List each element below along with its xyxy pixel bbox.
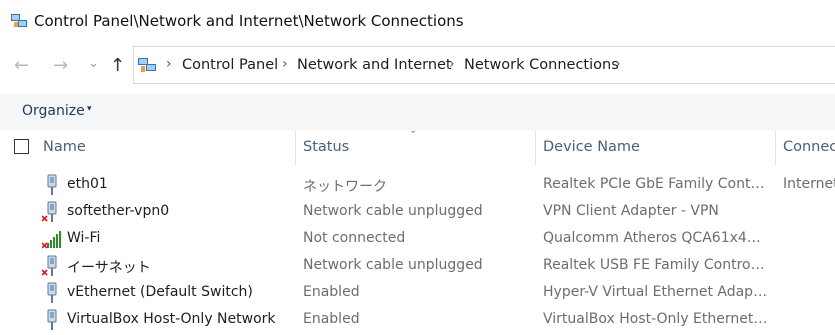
connection-name: vEthernet (Default Switch) [67,284,253,300]
sort-indicator-icon: ⌄ [409,125,418,136]
connection-status: Not connected [303,230,406,246]
breadcrumb-chevron[interactable]: › [166,56,172,72]
network-connections-icon [11,14,27,27]
column-divider[interactable] [535,130,536,166]
breadcrumb-control-panel[interactable]: Control Panel [182,57,278,73]
connection-device-name: Realtek PCIe GbE Family Controller [543,176,768,192]
connection-row[interactable]: イーサネット Network cable unplugged Realtek USB… [0,252,835,279]
ethernet-disconnected-icon [41,201,62,223]
connection-row[interactable]: softether-vpn0 Network cable unplugged VPN… [0,198,835,225]
up-button[interactable]: ↑ [110,56,125,76]
connection-row[interactable]: Wi-Fi Not connected Qualcomm Atheros QCA61… [0,225,835,252]
connection-name: Wi-Fi [67,230,101,246]
column-header-device-name[interactable]: Device Name [543,139,640,155]
ethernet-icon [42,174,62,196]
connection-status: Network cable unplugged [303,203,483,219]
chevron-down-icon[interactable]: ▾ [87,104,92,114]
column-header-name[interactable]: Name [43,139,86,155]
column-header-connectivity[interactable]: Connect [783,139,835,155]
connection-device-name: Hyper-V Virtual Ethernet Adapter [543,284,768,300]
ethernet-icon [42,282,62,304]
breadcrumb-network-and-internet[interactable]: Network and Internet [297,57,452,73]
column-divider[interactable] [775,130,776,166]
breadcrumb-chevron[interactable]: › [449,56,455,72]
window-title: Control Panel\Network and Internet\Netwo… [34,12,464,30]
network-connections-icon [138,58,156,72]
breadcrumb-chevron[interactable]: › [615,56,621,72]
connection-device-name: VPN Client Adapter - VPN [543,203,719,219]
breadcrumb-network-connections[interactable]: Network Connections [464,57,619,73]
connection-connectivity: Internet [783,176,835,192]
ethernet-icon [42,309,62,331]
organize-button[interactable]: Organize [22,103,85,119]
connection-device-name: Qualcomm Atheros QCA61x4A Wireless Netwo… [543,230,768,246]
breadcrumb-chevron[interactable]: › [282,56,288,72]
connection-row[interactable]: eth01 ネットワーク Realtek PCIe GbE Family Contr… [0,171,835,198]
connection-row[interactable]: VirtualBox Host-Only Network Enabled Virtu… [0,306,835,333]
connection-row[interactable]: vEthernet (Default Switch) Enabled Hyper-V… [0,279,835,306]
connection-device-name: Realtek USB FE Family Controller [543,257,768,273]
connection-name: softether-vpn0 [67,203,170,219]
column-header-status[interactable]: Status [303,139,349,155]
command-bar [0,94,835,130]
column-divider[interactable] [295,130,296,166]
connection-name: eth01 [67,176,108,192]
select-all-checkbox[interactable] [14,139,29,154]
connection-status: Enabled [303,311,360,327]
forward-button[interactable]: → [53,56,68,76]
connection-status: ネットワーク [303,179,387,195]
connection-device-name: VirtualBox Host-Only Ethernet Adapter [543,311,768,327]
connection-status: Enabled [303,284,360,300]
connection-status: Network cable unplugged [303,257,483,273]
recent-locations-button[interactable]: ⌄ [88,54,99,74]
connection-name: VirtualBox Host-Only Network [67,311,276,327]
back-button[interactable]: ← [14,56,29,76]
ethernet-disconnected-icon [41,255,62,277]
wifi-disconnected-icon [41,228,62,250]
connection-name: イーサネット [67,260,151,276]
